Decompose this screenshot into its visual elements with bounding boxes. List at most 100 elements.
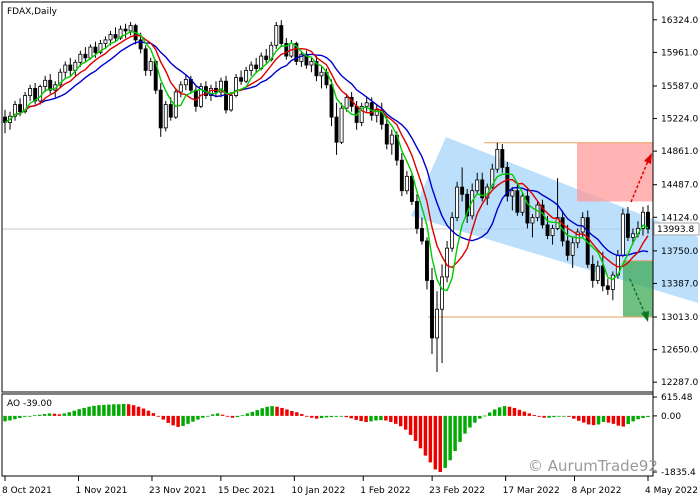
ao-bar bbox=[8, 415, 12, 421]
ao-bar bbox=[260, 408, 264, 416]
ao-bar bbox=[62, 413, 67, 416]
ao-bar bbox=[428, 415, 433, 463]
ao-bar bbox=[601, 415, 606, 422]
ao-bar bbox=[586, 415, 591, 425]
ao-bar bbox=[596, 415, 601, 425]
ao-bar bbox=[522, 411, 527, 416]
ao-bar bbox=[52, 413, 57, 416]
ao-bar bbox=[497, 407, 502, 416]
ao-bar bbox=[18, 415, 22, 419]
ao-bar bbox=[631, 415, 635, 422]
candle-body bbox=[88, 46, 93, 59]
candle-body bbox=[625, 213, 630, 238]
ao-bar bbox=[166, 415, 170, 423]
ao-bar bbox=[102, 404, 106, 416]
ao-bar bbox=[443, 415, 447, 468]
candle-body bbox=[224, 80, 228, 111]
ao-bar bbox=[37, 414, 42, 416]
candle-body bbox=[646, 211, 650, 230]
ao-bar bbox=[77, 409, 81, 416]
y-tick-label: 15587.0 bbox=[661, 82, 698, 92]
ao-bar bbox=[384, 415, 388, 421]
ao-bar bbox=[171, 415, 175, 426]
candle-body bbox=[249, 64, 254, 71]
candle-body bbox=[244, 70, 249, 82]
candle-body bbox=[545, 224, 550, 237]
candle-body bbox=[334, 116, 339, 143]
candle-body bbox=[309, 61, 314, 66]
x-tick-label: 4 May 2022 bbox=[645, 486, 698, 496]
ao-bar bbox=[13, 415, 17, 420]
ao-bar bbox=[309, 415, 314, 418]
ao-bar bbox=[97, 405, 101, 416]
candle-body bbox=[234, 77, 239, 96]
candle-body bbox=[279, 25, 284, 44]
candle-body bbox=[38, 86, 43, 102]
candle-body bbox=[384, 123, 389, 145]
candle-body bbox=[570, 242, 575, 256]
ao-bar bbox=[32, 415, 37, 417]
ao-bar bbox=[364, 415, 368, 422]
ao-bar bbox=[334, 415, 339, 417]
ao-bar bbox=[379, 415, 383, 421]
current-price-label: 13993.8 bbox=[657, 225, 694, 235]
ao-bar bbox=[641, 415, 645, 419]
candle-body bbox=[460, 186, 465, 195]
y-tick-label: 16324.0 bbox=[661, 16, 698, 26]
ao-bar bbox=[72, 410, 76, 416]
candle-body bbox=[414, 201, 419, 229]
ao-bar bbox=[616, 415, 621, 426]
ao-bar bbox=[275, 406, 279, 416]
candle-body bbox=[620, 213, 625, 256]
ao-bar bbox=[156, 415, 161, 417]
ao-bar bbox=[206, 415, 210, 417]
candle-body bbox=[43, 79, 48, 87]
ao-bar bbox=[458, 415, 462, 442]
ao-bar bbox=[295, 412, 299, 416]
candle-body bbox=[515, 190, 520, 213]
ao-bar bbox=[126, 404, 131, 416]
ao-bar bbox=[581, 415, 586, 423]
candle-body bbox=[435, 308, 439, 339]
candle-body bbox=[475, 179, 480, 192]
candle-body bbox=[409, 175, 414, 202]
ao-bar bbox=[42, 414, 47, 416]
ao-bar bbox=[186, 415, 190, 424]
ao-bar bbox=[245, 413, 250, 416]
candle-body bbox=[83, 53, 88, 59]
candle-body bbox=[229, 95, 234, 111]
y-tick-label: 13013.0 bbox=[661, 313, 698, 323]
candle-body bbox=[63, 64, 68, 73]
ao-bar bbox=[161, 415, 166, 420]
ao-bar bbox=[211, 414, 215, 416]
ao-bar bbox=[280, 407, 284, 416]
watermark: © AurumTrade92 bbox=[528, 457, 658, 475]
ao-bar bbox=[349, 415, 353, 419]
ao-bar bbox=[552, 415, 556, 418]
y-tick-label: 15224.0 bbox=[661, 115, 698, 125]
candle-body bbox=[530, 217, 535, 224]
candle-body bbox=[590, 263, 595, 281]
ao-bar bbox=[532, 414, 536, 416]
ao-bar bbox=[354, 415, 358, 420]
candle-body bbox=[68, 64, 73, 71]
ao-bar bbox=[433, 415, 438, 470]
candle-body bbox=[565, 240, 570, 256]
ao-bar bbox=[117, 404, 121, 416]
ao-bar bbox=[82, 407, 86, 416]
x-tick-label: 15 Dec 2021 bbox=[218, 486, 276, 496]
ao-bar bbox=[87, 406, 91, 416]
upside-target-zone bbox=[577, 142, 653, 202]
ao-bar bbox=[611, 415, 616, 424]
x-tick-label: 8 Oct 2021 bbox=[2, 486, 52, 496]
ao-bar bbox=[359, 415, 363, 422]
ao-bar bbox=[314, 415, 319, 419]
ao-bar bbox=[418, 415, 423, 449]
candle-body bbox=[168, 104, 173, 118]
candle-body bbox=[605, 285, 610, 290]
candle-body bbox=[495, 149, 500, 170]
ao-bar bbox=[151, 413, 156, 416]
candle-body bbox=[108, 34, 113, 41]
candle-body bbox=[510, 190, 515, 197]
x-tick-label: 8 Apr 2022 bbox=[572, 486, 622, 496]
